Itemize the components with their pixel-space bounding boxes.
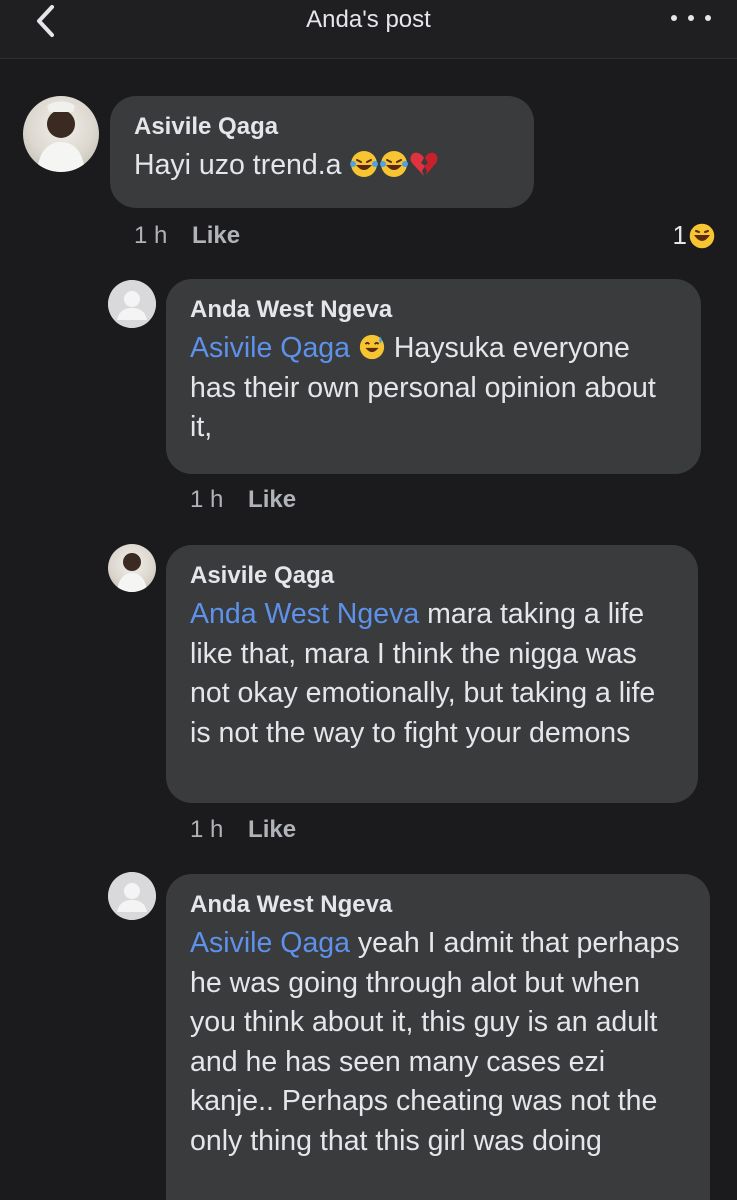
comment-text: Asivile Qaga yeah I admit that perhaps h… bbox=[190, 924, 686, 1161]
comment-author[interactable]: Anda West Ngeva bbox=[190, 890, 686, 920]
mention-link[interactable]: Asivile Qaga bbox=[190, 927, 350, 959]
post-comments-screen: Anda's post Asivile Qaga Hayi uzo trend.… bbox=[0, 0, 737, 1200]
avatar[interactable] bbox=[108, 872, 156, 920]
default-avatar-icon bbox=[108, 872, 156, 920]
comment-reply: Anda West Ngeva Asivile Qaga yeah I admi… bbox=[0, 0, 737, 1200]
comment-bubble[interactable]: Anda West Ngeva Asivile Qaga yeah I admi… bbox=[166, 874, 710, 1200]
comment-text-content: yeah I admit that perhaps he was going t… bbox=[190, 927, 680, 1157]
